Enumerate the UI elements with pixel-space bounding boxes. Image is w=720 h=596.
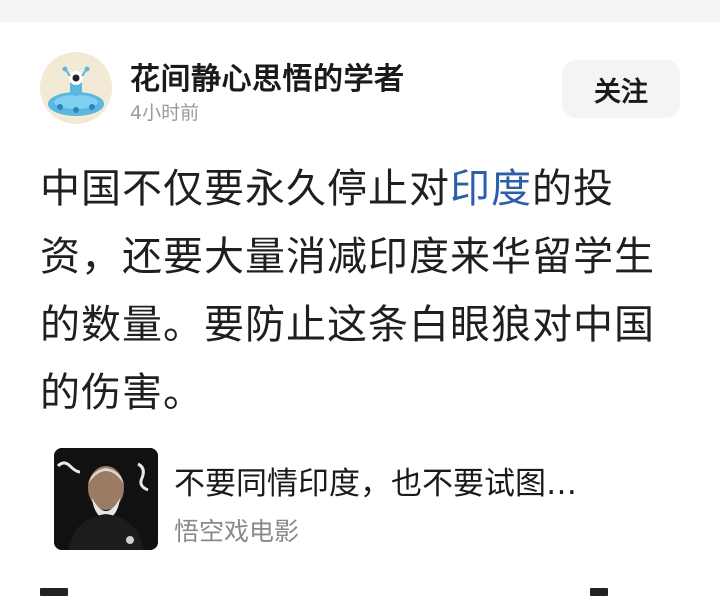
card-source: 悟空戏电影 (174, 517, 300, 546)
video-thumbnail-icon (54, 448, 158, 550)
card-title: 不要同情印度，也不要试图… (174, 466, 577, 502)
fragment-glyph (40, 588, 68, 596)
fragment-glyph (590, 588, 608, 596)
alien-ufo-avatar-icon (40, 52, 112, 124)
post-timestamp: 4小时前 (130, 102, 200, 124)
follow-button[interactable]: 关注 (562, 60, 680, 118)
post-text-before: 中国不仅要永久停止对 (40, 166, 450, 212)
post-text: 中国不仅要永久停止对印度的投资，还要大量消减印度来华留学生的数量。要防止这条白眼… (40, 155, 680, 427)
author-name[interactable]: 花间静心思悟的学者 (130, 54, 405, 98)
shared-video-card[interactable]: 不要同情印度，也不要试图… 悟空戏电影 (54, 446, 674, 554)
author-avatar[interactable] (40, 52, 112, 124)
post-author-row: 花间静心思悟的学者 4小时前 关注 (40, 50, 690, 130)
top-divider-strip (0, 0, 720, 22)
topic-link-india[interactable]: 印度 (450, 166, 532, 212)
next-item-fragment (0, 580, 720, 596)
card-thumbnail (54, 448, 158, 550)
